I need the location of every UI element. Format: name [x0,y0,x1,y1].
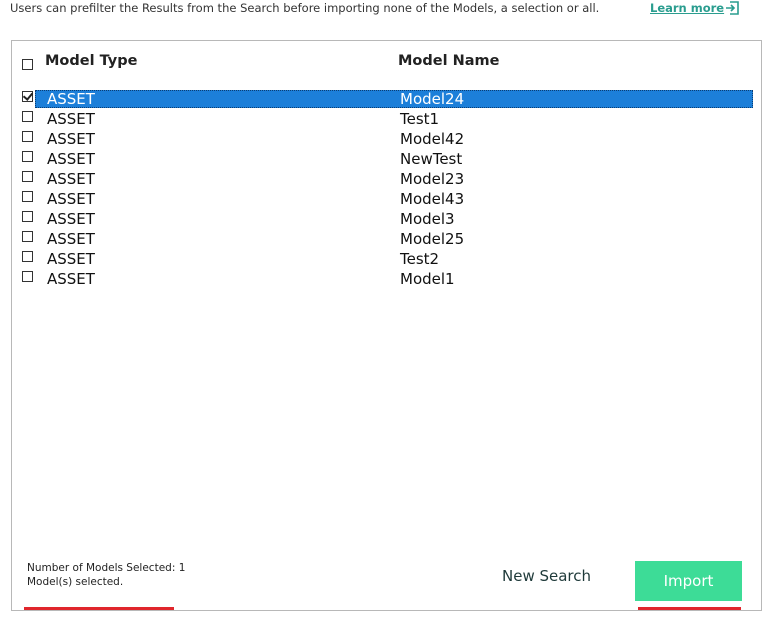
top-bar: Users can prefilter the Results from the… [0,0,776,22]
cell-model-name: Test1 [400,110,440,128]
cell-model-type: ASSET [47,210,95,228]
table-row[interactable]: ASSET NewTest [12,149,761,169]
cell-model-type: ASSET [47,130,95,148]
row-checkbox[interactable] [22,171,33,182]
cell-model-type: ASSET [47,150,95,168]
models-panel: Model Type Model Name ASSET Model24 ASSET T… [11,40,762,611]
cell-model-name: Model43 [400,190,465,208]
cell-model-name: Model23 [400,170,465,188]
table-row[interactable]: ASSET Model42 [12,129,761,149]
cell-model-name: Test2 [400,250,440,268]
select-all-checkbox[interactable] [22,59,33,70]
cell-model-name: Model24 [400,90,465,108]
column-header-model-name[interactable]: Model Name [398,53,500,69]
row-checkbox[interactable] [22,191,33,202]
cell-model-type: ASSET [47,110,95,128]
table-row[interactable]: ASSET Test2 [12,249,761,269]
import-underline-marker [638,607,741,610]
row-checkbox[interactable] [22,91,33,102]
learn-more-link[interactable]: Learn more [650,1,724,15]
selection-status: Number of Models Selected: 1 Model(s) se… [27,562,186,588]
row-checkbox[interactable] [22,131,33,142]
cell-model-type: ASSET [47,190,95,208]
column-header-model-type[interactable]: Model Type [45,53,137,69]
new-search-button[interactable]: New Search [502,567,591,585]
table-row[interactable]: ASSET Test1 [12,109,761,129]
cell-model-type: ASSET [47,250,95,268]
import-button[interactable]: Import [635,561,742,601]
cell-model-name: Model1 [400,270,455,288]
row-checkbox[interactable] [22,251,33,262]
row-checkbox[interactable] [22,211,33,222]
table-row[interactable]: ASSET Model23 [12,169,761,189]
cell-model-type: ASSET [47,170,95,188]
row-checkbox[interactable] [22,151,33,162]
cell-model-type: ASSET [47,270,95,288]
table-row[interactable]: ASSET Model24 [12,89,761,109]
row-selection-highlight [35,90,753,108]
row-checkbox[interactable] [22,271,33,282]
row-checkbox[interactable] [22,111,33,122]
table-row[interactable]: ASSET Model43 [12,189,761,209]
table-row[interactable]: ASSET Model1 [12,269,761,289]
cell-model-type: ASSET [47,230,95,248]
row-checkbox[interactable] [22,231,33,242]
cell-model-name: Model3 [400,210,455,228]
table-row[interactable]: ASSET Model3 [12,209,761,229]
description-text: Users can prefilter the Results from the… [10,1,600,15]
cell-model-type: ASSET [47,90,95,108]
cell-model-name: NewTest [400,150,463,168]
status-underline-marker [24,607,174,610]
table-row[interactable]: ASSET Model25 [12,229,761,249]
cell-model-name: Model42 [400,130,465,148]
external-arrow-icon[interactable] [724,0,740,16]
cell-model-name: Model25 [400,230,465,248]
